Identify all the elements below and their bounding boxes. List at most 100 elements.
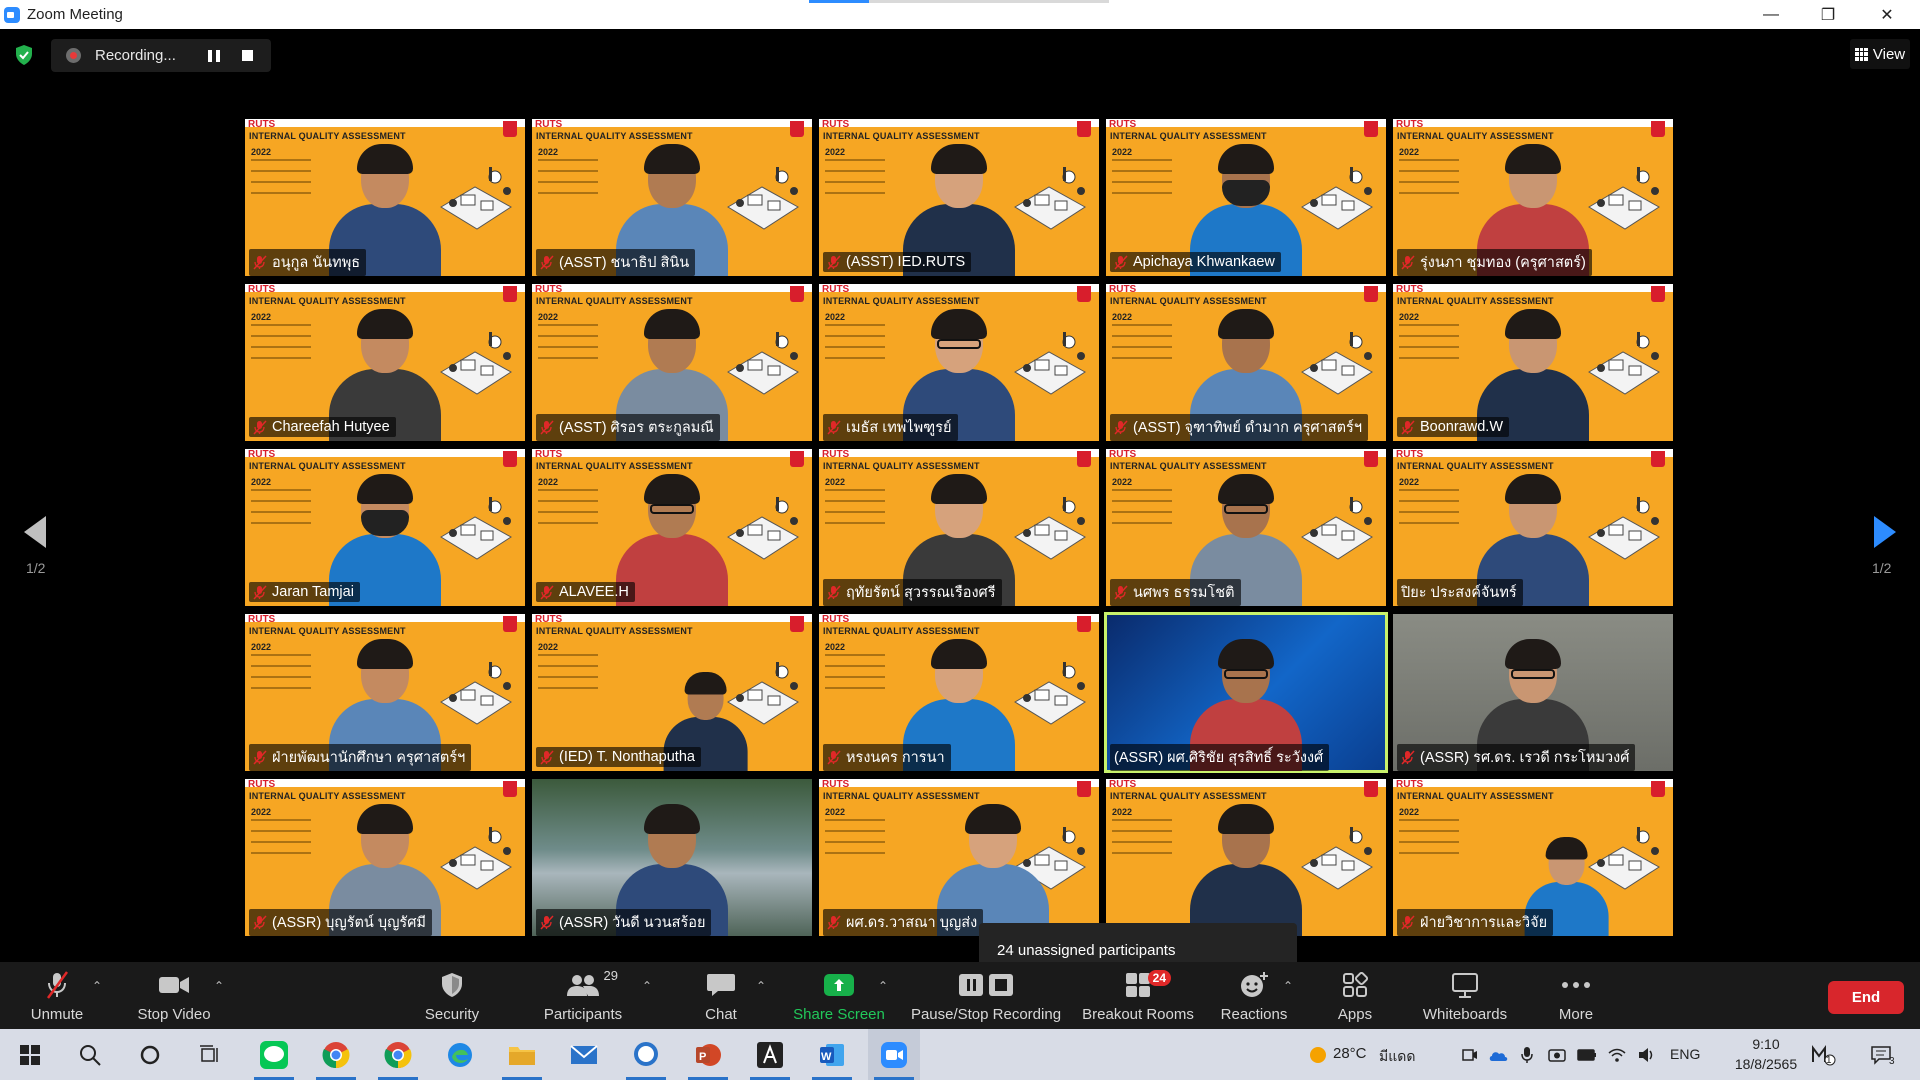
pause-recording-icon[interactable] (208, 49, 220, 62)
volume-icon[interactable] (1634, 1029, 1660, 1080)
slide-badge-icon (1364, 121, 1378, 137)
zoom-taskbar-icon[interactable] (868, 1029, 920, 1080)
input-language[interactable]: ENG (1670, 1046, 1700, 1062)
taskbar-app-tray-icon[interactable]: 1 (1806, 1029, 1842, 1080)
messenger-icon[interactable] (620, 1029, 672, 1080)
participant-video-tile[interactable]: RUTS INTERNAL QUALITY ASSESSMENT 2022 Apich… (1106, 119, 1386, 276)
participant-video-tile[interactable]: RUTS INTERNAL QUALITY ASSESSMENT 2022 Boonr… (1393, 284, 1673, 441)
slide-bullet-lines (825, 489, 895, 533)
slide-illustration (727, 497, 799, 560)
participant-video-tile[interactable]: (ASSR) ผศ.ศิริชัย สุรสิทธิ์ ระวังงศ์ (1104, 612, 1388, 773)
wifi-icon[interactable] (1604, 1029, 1630, 1080)
participant-video-tile[interactable]: RUTS INTERNAL QUALITY ASSESSMENT 2022 ALAVE… (532, 449, 812, 606)
chrome-icon[interactable] (310, 1029, 362, 1080)
next-page-arrow-icon[interactable] (1870, 512, 1900, 552)
view-button[interactable]: View (1850, 39, 1910, 69)
ruts-logo: RUTS (822, 614, 850, 625)
participant-video-tile[interactable]: RUTS INTERNAL QUALITY ASSESSMENT 2022 อนุกู… (245, 119, 525, 276)
participant-name: ฤทัยรัตน์ สุวรรณเรืองศรี (846, 584, 996, 601)
end-meeting-button[interactable]: End (1828, 981, 1904, 1014)
restore-button[interactable]: ❐ (1805, 0, 1851, 29)
participant-video-tile[interactable]: RUTS INTERNAL QUALITY ASSESSMENT 2022 ฝ่ายว… (1393, 779, 1673, 936)
whiteboards-button[interactable]: Whiteboards (1414, 962, 1516, 1029)
participant-video-tile[interactable]: RUTS INTERNAL QUALITY ASSESSMENT 2022 รุ่งน… (1393, 119, 1673, 276)
participant-video-tile[interactable]: RUTS INTERNAL QUALITY ASSESSMENT 2022 ฝ่ายพ… (245, 614, 525, 771)
acrobat-icon[interactable] (744, 1029, 796, 1080)
chat-button[interactable]: Chat (688, 962, 754, 1029)
cortana-icon[interactable] (124, 1029, 176, 1080)
notifications-icon[interactable]: 3 (1858, 1029, 1904, 1080)
participant-video-tile[interactable]: RUTS INTERNAL QUALITY ASSESSMENT 2022 (ASST… (532, 284, 812, 441)
mail-icon[interactable] (558, 1029, 610, 1080)
participants-options-caret[interactable]: ⌃ (642, 979, 652, 993)
stop-video-button[interactable]: Stop Video (132, 962, 216, 1029)
reactions-options-caret[interactable]: ⌃ (1283, 979, 1293, 993)
breakout-rooms-button[interactable]: 24 Breakout Rooms (1078, 962, 1198, 1029)
unmute-button[interactable]: Unmute (20, 962, 94, 1029)
share-options-caret[interactable]: ⌃ (878, 979, 888, 993)
audio-options-caret[interactable]: ⌃ (92, 979, 102, 993)
participant-video-tile[interactable]: RUTS INTERNAL QUALITY ASSESSMENT 2022 (ASST… (1106, 284, 1386, 441)
clock-date[interactable]: 18/8/2565 (1716, 1056, 1816, 1072)
participant-video-tile[interactable]: RUTS INTERNAL QUALITY ASSESSMENT 2022 หรงนค… (819, 614, 1099, 771)
onedrive-icon[interactable] (1484, 1029, 1512, 1080)
participant-video-tile[interactable]: RUTS INTERNAL QUALITY ASSESSMENT 2022 ฤทัยร… (819, 449, 1099, 606)
slide-illustration (1014, 332, 1086, 395)
participant-video-tile[interactable]: RUTS INTERNAL QUALITY ASSESSMENT 2022 (ASST… (532, 119, 812, 276)
powerpoint-icon[interactable]: P (682, 1029, 734, 1080)
close-button[interactable]: ✕ (1864, 0, 1910, 29)
windows-start-icon[interactable] (4, 1029, 56, 1080)
clock-time[interactable]: 9:10 (1738, 1036, 1794, 1052)
camera-tray-icon[interactable] (1544, 1029, 1570, 1080)
slide-year: 2022 (1399, 477, 1420, 487)
meet-now-icon[interactable] (1456, 1029, 1484, 1080)
battery-icon[interactable] (1574, 1029, 1600, 1080)
search-icon[interactable] (64, 1029, 116, 1080)
video-options-caret[interactable]: ⌃ (214, 979, 224, 993)
muted-mic-icon (540, 584, 554, 600)
share-screen-button[interactable]: Share Screen (790, 962, 888, 1029)
participant-video-tile[interactable]: RUTS INTERNAL QUALITY ASSESSMENT 2022 Chare… (245, 284, 525, 441)
participant-video-tile[interactable]: (ASSR) วันดี นวนสร้อย (532, 779, 812, 936)
participant-video-tile[interactable]: RUTS INTERNAL QUALITY ASSESSMENT 2022 (ASST… (819, 119, 1099, 276)
participants-button[interactable]: 29 Participants (540, 962, 626, 1029)
edge-icon[interactable] (434, 1029, 486, 1080)
weather-sun-icon[interactable] (1303, 1029, 1333, 1080)
microphone-tray-icon[interactable] (1514, 1029, 1540, 1080)
stop-recording-icon[interactable] (242, 50, 253, 61)
participant-video-tile[interactable]: RUTS INTERNAL QUALITY ASSESSMENT 2022 นศพร … (1106, 449, 1386, 606)
line-app-icon[interactable] (248, 1029, 300, 1080)
apps-button[interactable]: Apps (1322, 962, 1388, 1029)
slide-bullet-lines (1399, 489, 1469, 533)
participant-video-tile[interactable]: RUTS INTERNAL QUALITY ASSESSMENT 2022 ปิยะ … (1393, 449, 1673, 606)
participant-name-tag: ฝ่ายวิชาการและวิจัย (1397, 908, 1669, 936)
participant-video-tile[interactable]: RUTS INTERNAL QUALITY ASSESSMENT 2022 เมธัส… (819, 284, 1099, 441)
file-explorer-icon[interactable] (496, 1029, 548, 1080)
slide-title: INTERNAL QUALITY ASSESSMENT (536, 626, 693, 636)
ruts-logo: RUTS (1396, 119, 1424, 130)
participant-video-tile[interactable]: RUTS INTERNAL QUALITY ASSESSMENT 2022 (IED)… (532, 614, 812, 771)
slide-year: 2022 (251, 147, 272, 157)
participant-name: (ASSR) วันดี นวนสร้อย (559, 914, 706, 931)
slide-bullet-lines (1112, 159, 1182, 203)
encryption-shield-icon[interactable] (14, 44, 34, 66)
slide-title: INTERNAL QUALITY ASSESSMENT (536, 131, 693, 141)
pause-stop-recording-button[interactable]: Pause/Stop Recording (904, 962, 1068, 1029)
slide-illustration (1301, 827, 1373, 890)
chrome-profile-icon[interactable] (372, 1029, 424, 1080)
participant-video-tile[interactable]: RUTS INTERNAL QUALITY ASSESSMENT 2022 ผศ.ดร… (819, 779, 1099, 936)
minimize-button[interactable]: — (1748, 0, 1794, 29)
participant-video-tile[interactable]: RUTS INTERNAL QUALITY ASSESSMENT 2022 (1106, 779, 1386, 936)
participant-name-tag: (ASSR) วันดี นวนสร้อย (536, 908, 808, 936)
participant-video-tile[interactable]: RUTS INTERNAL QUALITY ASSESSMENT 2022 Jaran… (245, 449, 525, 606)
participant-video-tile[interactable]: (ASSR) รศ.ดร. เรวดี กระโหมวงศ์ (1393, 614, 1673, 771)
task-view-icon[interactable] (184, 1029, 236, 1080)
reactions-button[interactable]: Reactions (1216, 962, 1292, 1029)
word-icon[interactable]: W (806, 1029, 858, 1080)
participant-video-tile[interactable]: RUTS INTERNAL QUALITY ASSESSMENT 2022 (ASSR… (245, 779, 525, 936)
previous-page-arrow-icon[interactable] (20, 512, 50, 552)
more-button[interactable]: More (1544, 962, 1608, 1029)
participant-name-tag: นศพร ธรรมโชติ (1110, 578, 1382, 606)
security-button[interactable]: Security (414, 962, 490, 1029)
chat-options-caret[interactable]: ⌃ (756, 979, 766, 993)
